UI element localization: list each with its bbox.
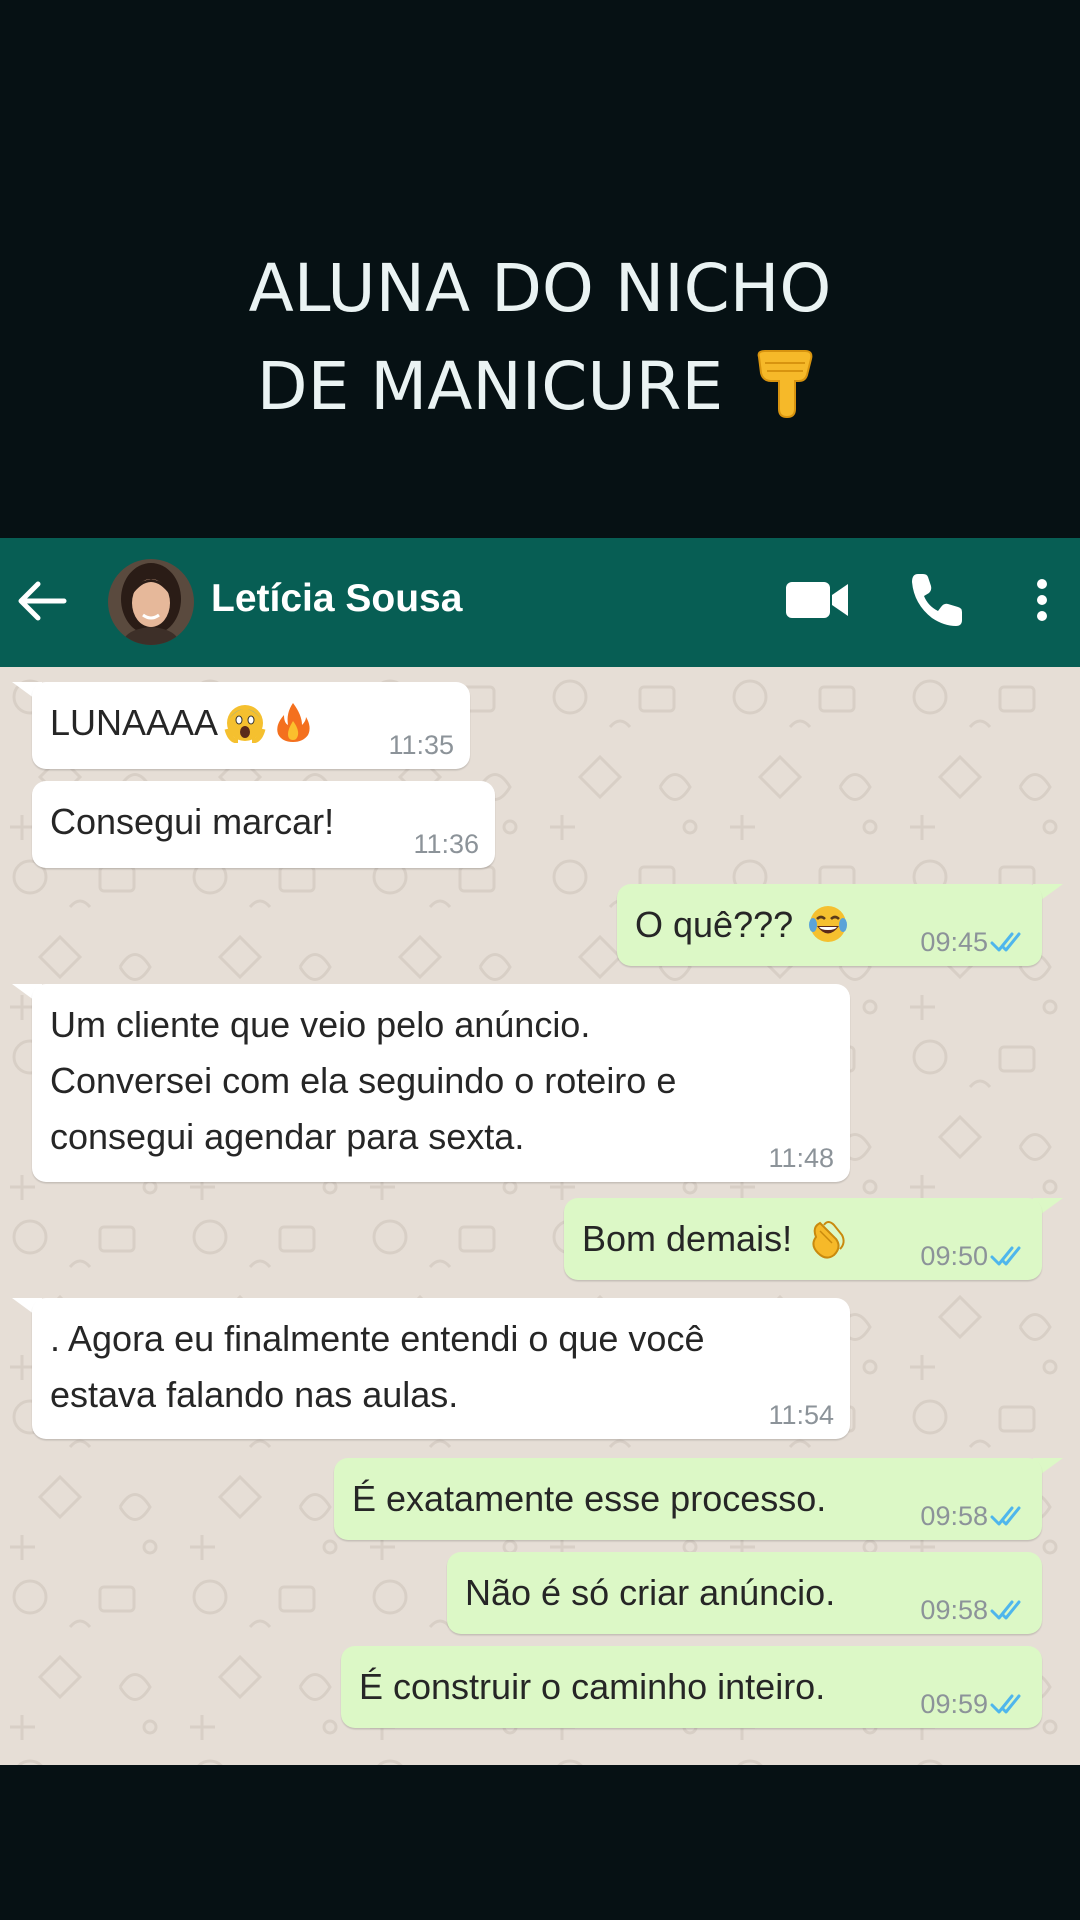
message-time: 09:58: [920, 1501, 988, 1531]
phone-icon[interactable]: [904, 568, 968, 632]
message-time: 11:48: [768, 1143, 834, 1173]
caption: ALUNA DO NICHO DE MANICURE: [0, 240, 1080, 436]
arrow-left-icon[interactable]: [12, 571, 72, 631]
message-text: É exatamente esse processo.: [352, 1478, 827, 1519]
read-receipt-icon: [990, 1694, 1021, 1714]
screaming-face-icon: [224, 705, 266, 743]
laughing-tears-icon: [809, 906, 848, 942]
clapping-hands-icon: [812, 1221, 845, 1259]
chat-header: Letícia Sousa: [0, 538, 1080, 667]
read-receipt-icon: [990, 932, 1021, 952]
message-time: 09:58: [920, 1595, 988, 1625]
read-receipt-icon: [990, 1600, 1021, 1620]
message-text: Não é só criar anúncio.: [465, 1572, 836, 1613]
caption-line-1: ALUNA DO NICHO: [248, 250, 832, 327]
message-time: 11:35: [388, 730, 454, 760]
bottom-band: [0, 1765, 1080, 1920]
message-time: 09:50: [920, 1241, 988, 1271]
message-bubble-outgoing[interactable]: Bom demais! 09:50: [564, 1198, 1042, 1280]
message-text: Um cliente que veio pelo anúncio. Conver…: [50, 1004, 677, 1157]
contact-avatar[interactable]: [108, 559, 194, 645]
message-text: Consegui marcar!: [50, 801, 335, 842]
message-text: Bom demais!: [582, 1211, 848, 1267]
message-time: 09:45: [920, 927, 988, 957]
caption-line-2-text: DE MANICURE: [256, 348, 724, 425]
message-text: LUNAAAA: [50, 695, 314, 751]
video-camera-icon[interactable]: [784, 568, 852, 632]
read-receipt-icon: [990, 1246, 1021, 1266]
read-receipt-icon: [990, 1506, 1021, 1526]
message-bubble-outgoing[interactable]: O quê??? 09:45: [617, 884, 1042, 966]
message-text: . Agora eu finalmente entendi o que você…: [50, 1318, 705, 1415]
caption-line-2: DE MANICURE: [0, 338, 1080, 436]
pointing-down-hand-icon: [757, 350, 813, 419]
message-bubble-incoming[interactable]: Um cliente que veio pelo anúncio. Conver…: [32, 984, 850, 1182]
chat-area[interactable]: LUNAAAA 11:35 Consegui marcar! 11:36 O q…: [0, 667, 1080, 1765]
message-time: 09:59: [920, 1689, 988, 1719]
message-text: O quê???: [635, 897, 849, 953]
message-time: 11:54: [768, 1400, 834, 1430]
message-bubble-outgoing[interactable]: É exatamente esse processo. 09:58: [334, 1458, 1042, 1540]
contact-name[interactable]: Letícia Sousa: [211, 576, 462, 622]
message-bubble-incoming[interactable]: Consegui marcar! 11:36: [32, 781, 495, 868]
message-bubble-incoming[interactable]: LUNAAAA 11:35: [32, 682, 470, 769]
fire-icon: [277, 703, 310, 742]
message-bubble-outgoing[interactable]: É construir o caminho inteiro. 09:59: [341, 1646, 1042, 1728]
message-text: É construir o caminho inteiro.: [359, 1666, 826, 1707]
message-bubble-outgoing[interactable]: Não é só criar anúncio. 09:58: [447, 1552, 1042, 1634]
more-vertical-icon[interactable]: [1024, 568, 1060, 632]
message-time: 11:36: [413, 829, 479, 859]
message-bubble-incoming[interactable]: . Agora eu finalmente entendi o que você…: [32, 1298, 850, 1439]
